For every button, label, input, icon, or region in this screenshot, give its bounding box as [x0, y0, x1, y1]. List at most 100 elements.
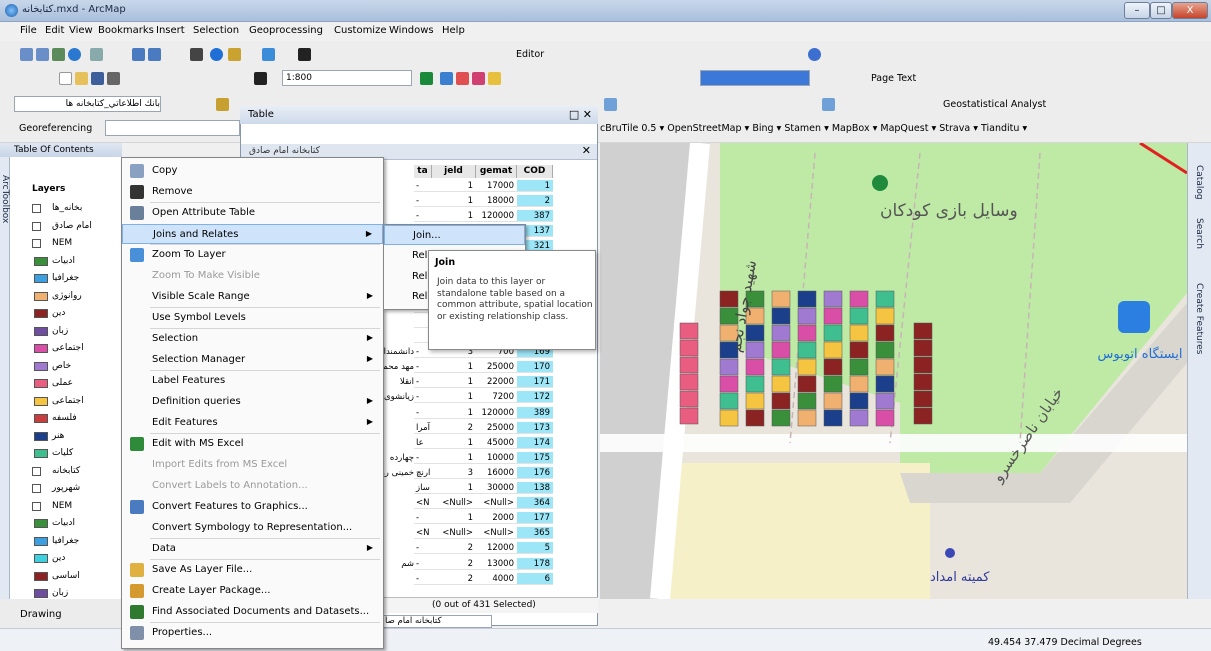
menu-file[interactable]: File [20, 25, 37, 36]
table-cell[interactable]: 176 [517, 466, 553, 479]
table-cell[interactable]: <Null> [432, 527, 476, 540]
context-menu-item[interactable]: Properties... [122, 623, 383, 643]
toc-layer-item[interactable]: جغرافیا [26, 272, 122, 286]
table-cell[interactable]: - [414, 391, 432, 404]
add-data-icon[interactable] [254, 72, 267, 85]
layer-checkbox[interactable] [32, 204, 41, 213]
menu-bookmarks[interactable]: Bookmarks [98, 25, 154, 36]
arctoolbox-tab[interactable]: ArcToolbox [0, 157, 10, 599]
toc-layer-item[interactable]: دین [26, 307, 122, 321]
table-cell[interactable] [384, 542, 414, 554]
table-cell[interactable]: 18000 [476, 195, 517, 208]
select-arrow-icon[interactable] [190, 48, 203, 61]
table-cell[interactable] [384, 497, 414, 509]
table-cell[interactable] [384, 512, 414, 524]
toc-layer-item[interactable]: امام صادق [26, 220, 122, 234]
table-cell[interactable]: شم [384, 558, 414, 570]
table-cell[interactable]: 365 [517, 527, 553, 540]
context-menu-item[interactable]: Convert Features to Graphics... [122, 497, 383, 517]
toc-layer-item[interactable]: روانوژی [26, 290, 122, 304]
arctoolbox-icon[interactable] [488, 72, 501, 85]
relate-item-2[interactable]: Rel [412, 271, 427, 282]
context-menu-item[interactable]: Copy [122, 161, 383, 181]
table-cell[interactable] [384, 210, 414, 222]
layer-checkbox[interactable] [32, 484, 41, 493]
table-cell[interactable] [384, 316, 414, 328]
toc-layer-item[interactable]: زبان [26, 325, 122, 339]
full-extent-icon[interactable] [68, 48, 81, 61]
table-cell[interactable]: 3 [432, 467, 476, 479]
table-cell[interactable]: 2 [432, 573, 476, 585]
table-cell[interactable]: دانشمندان [384, 346, 414, 358]
context-menu-item[interactable]: Joins and Relates ▶ [122, 224, 383, 244]
layers-node[interactable]: Layers [32, 184, 65, 194]
table-cell[interactable]: 1 [432, 437, 476, 449]
search-tab[interactable]: Search [1194, 218, 1204, 249]
table-cell[interactable]: ارنچ [414, 467, 432, 479]
table-cell[interactable]: - [414, 407, 432, 419]
table-window-titlebar[interactable]: Table □ ✕ [240, 106, 598, 124]
georeferencing-menu[interactable]: Georeferencing [19, 123, 92, 134]
relate-item-1[interactable]: Rel [412, 250, 427, 261]
context-menu-item[interactable]: Use Symbol Levels [122, 308, 383, 328]
layer-checkbox[interactable] [32, 501, 41, 511]
table-cell[interactable] [384, 195, 414, 207]
editor-toolbar-icon[interactable] [420, 72, 433, 85]
table-cell[interactable]: 6 [517, 572, 553, 585]
table-cell[interactable]: - [414, 512, 432, 525]
toc-layer-item[interactable]: بخانه_ها [26, 202, 122, 216]
table-cell[interactable]: - [414, 361, 432, 374]
context-menu-item[interactable]: Visible Scale Range ▶ [122, 287, 383, 307]
table-cell[interactable]: 387 [517, 210, 553, 223]
toc-layer-item[interactable]: فلسفه [26, 412, 122, 426]
georef-layer-combo[interactable] [105, 120, 240, 136]
table-cell[interactable]: 1 [432, 407, 476, 419]
toc-layer-item[interactable]: ادبیات [26, 517, 122, 531]
toc-layer-item[interactable]: کتابخانه [26, 465, 122, 479]
context-menu-item[interactable]: Data ▶ [122, 539, 383, 559]
pan-icon[interactable] [52, 48, 65, 61]
table-cell[interactable]: 2000 [476, 512, 517, 525]
table-cell[interactable]: چهارده [384, 452, 414, 464]
table-cell[interactable]: <N [414, 527, 432, 540]
table-cell[interactable]: <Null> [432, 497, 476, 510]
find-icon[interactable] [298, 48, 311, 61]
context-menu-item[interactable]: Zoom To Layer [122, 245, 383, 265]
table-cell[interactable]: - [414, 210, 432, 223]
table-cell[interactable]: <N [414, 497, 432, 510]
column-header[interactable]: gemat [476, 165, 517, 178]
table-cell[interactable]: زیانشوی [384, 391, 414, 403]
catalog-tab[interactable]: Catalog [1194, 165, 1204, 200]
minimize-button[interactable]: – [1124, 2, 1150, 19]
table-cell[interactable]: 173 [517, 421, 553, 434]
toc-layer-item[interactable]: اجتماعی [26, 395, 122, 409]
context-menu-item[interactable]: Selection Manager ▶ [122, 350, 383, 370]
table-cell[interactable]: 12000 [476, 542, 517, 555]
table-cell[interactable] [384, 407, 414, 419]
table-cell[interactable]: 172 [517, 391, 553, 404]
table-cell[interactable]: 364 [517, 497, 553, 510]
table-cell[interactable]: 25000 [476, 361, 517, 374]
toc-layer-item[interactable]: NEM [26, 500, 122, 514]
table-cell[interactable]: - [414, 180, 432, 192]
layer-checkbox[interactable] [32, 466, 41, 476]
menu-customize[interactable]: Customize [334, 25, 387, 36]
table-cell[interactable]: 1 [432, 391, 476, 404]
table-cell[interactable]: - [414, 452, 432, 464]
toc-layer-item[interactable]: هنر [26, 430, 122, 444]
menu-windows[interactable]: Windows [389, 25, 434, 36]
table-cell[interactable]: 1 [432, 361, 476, 374]
toc-layer-item[interactable]: خاص [26, 360, 122, 374]
zoom-out-icon[interactable] [36, 48, 49, 61]
geostatistical-analyst-menu[interactable]: Geostatistical Analyst [943, 99, 1046, 110]
table-bottom-tab[interactable]: کتابخانه امام صا [380, 615, 492, 628]
table-cell[interactable]: ساز [414, 482, 432, 494]
toc-layer-item[interactable]: اساسی [26, 570, 122, 584]
join-menu-item[interactable]: Join... [384, 225, 525, 245]
maximize-button[interactable]: □ [1150, 2, 1172, 19]
column-header[interactable]: ta [414, 165, 432, 178]
context-menu-item[interactable]: Save As Layer File... [122, 560, 383, 580]
context-menu-item[interactable]: Open Attribute Table [122, 203, 383, 223]
column-header[interactable]: jeld [432, 165, 476, 178]
menu-help[interactable]: Help [442, 25, 465, 36]
